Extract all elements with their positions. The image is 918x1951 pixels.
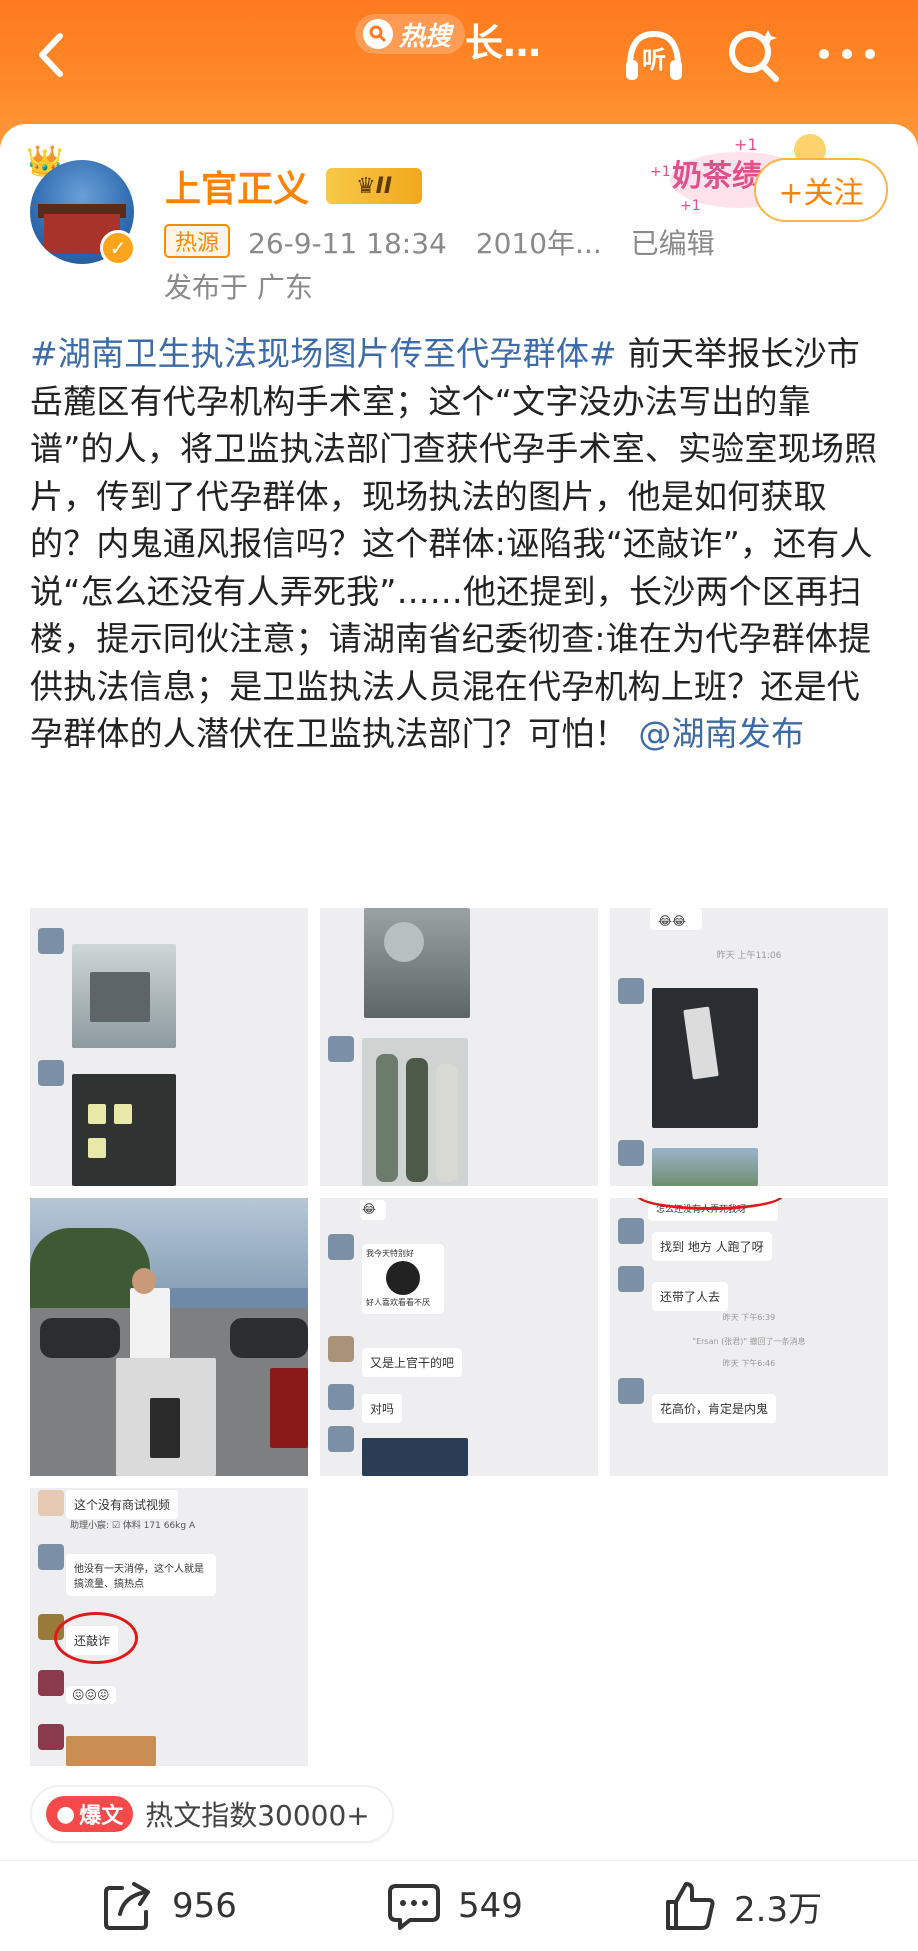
chevron-left-icon — [39, 33, 63, 77]
search-button[interactable] — [724, 24, 784, 84]
post-location: 发布于 广东 — [164, 271, 313, 304]
hot-search-pill[interactable]: 热搜 — [355, 14, 466, 54]
vip-level-badge: ♛ II — [326, 168, 422, 204]
share-icon — [104, 1882, 150, 1930]
svg-text:+1: +1 — [680, 198, 701, 214]
post-body: #湖南卫生执法现场图片传至代孕群体# 前天举报长沙市岳麓区有代孕机构手术室；这个… — [30, 330, 890, 758]
back-button[interactable] — [26, 28, 80, 82]
comment-button[interactable]: 549 — [386, 1873, 523, 1939]
follow-button[interactable]: +关注 — [754, 158, 888, 222]
image-thumbnail-7[interactable]: 这个没有商试视频 助理小宸: ☑ 体料 171 66kg A 他没有一天消停，这… — [30, 1488, 308, 1766]
topic-title[interactable]: 长… — [465, 12, 541, 67]
headphones-icon: 听 — [626, 30, 682, 80]
like-count: 2.3万 — [734, 1889, 823, 1930]
thumbs-up-icon — [666, 1882, 715, 1930]
more-dots-icon — [819, 49, 875, 59]
action-bar: 956 549 2.3万 — [0, 1860, 918, 1951]
listen-label: 听 — [642, 46, 666, 74]
hot-index-text: 热文指数30000+ — [145, 1799, 370, 1832]
svg-text:+1: +1 — [734, 135, 758, 154]
image-thumbnail-6[interactable]: 怎么还没有人弄死我呀 找到 地方 人跑了呀 还带了人去 昨天 下午6:39 "E… — [610, 1198, 888, 1476]
more-button[interactable] — [812, 24, 882, 84]
post-device: 2010年... — [475, 227, 602, 260]
hot-search-label: 热搜 — [399, 21, 452, 52]
image-thumbnail-2[interactable] — [320, 908, 598, 1186]
image-thumbnail-4[interactable] — [30, 1198, 308, 1476]
chat-bubble: 又是上官干的吧 — [362, 1348, 463, 1377]
image-thumbnail-1[interactable] — [30, 908, 308, 1186]
like-button[interactable]: 2.3万 — [662, 1873, 822, 1939]
share-count: 956 — [172, 1886, 237, 1926]
image-thumbnail-5[interactable]: 😂 我今天特别好 好人喜欢看看不厌 又是上官干的吧 对吗 — [320, 1198, 598, 1476]
vip-level: II — [375, 173, 393, 199]
search-icon — [729, 30, 779, 82]
listen-button[interactable]: 听 — [622, 26, 686, 86]
meme-sticker: 我今天特别好 好人喜欢看看不厌 — [362, 1244, 444, 1314]
verified-badge-icon: ✓ — [100, 230, 136, 266]
emoji-bubble: 😂😂 — [650, 908, 702, 930]
hot-index-pill[interactable]: ● 爆文 热文指数30000+ — [30, 1785, 394, 1843]
chat-bubble: 对吗 — [362, 1394, 403, 1423]
post-meta: 26-9-11 18:34 2010年... 已编辑 — [248, 222, 735, 262]
vip-crown-icon: ♛ — [355, 173, 376, 199]
chat-timestamp: 昨天 上午11:06 — [716, 951, 782, 961]
mention-link[interactable]: @湖南发布 — [638, 714, 804, 753]
edited-label[interactable]: 已编辑 — [631, 227, 715, 260]
svg-text:+1: +1 — [650, 164, 671, 180]
image-thumbnail-3[interactable]: 😂😂 昨天 上午11:06 — [610, 908, 888, 1186]
hot-source-badge: 热源 — [164, 224, 230, 258]
burst-badge: ● 爆文 — [46, 1796, 134, 1832]
topic-hashtag[interactable]: #湖南卫生执法现场图片传至代孕群体# — [30, 334, 617, 373]
username[interactable]: 上官正义 — [165, 160, 309, 212]
search-icon — [363, 19, 393, 49]
comment-count: 549 — [458, 1886, 523, 1926]
share-button[interactable]: 956 — [100, 1873, 237, 1939]
post-text: 前天举报长沙市岳麓区有代孕机构手术室；这个“文字没办法写出的靠谱”的人，将卫监执… — [30, 334, 878, 753]
apple-icon: ● — [56, 1801, 76, 1827]
sticker-text: 奶茶绩 — [672, 159, 762, 194]
post-date: 26-9-11 18:34 — [248, 227, 447, 260]
comment-icon — [388, 1884, 440, 1930]
